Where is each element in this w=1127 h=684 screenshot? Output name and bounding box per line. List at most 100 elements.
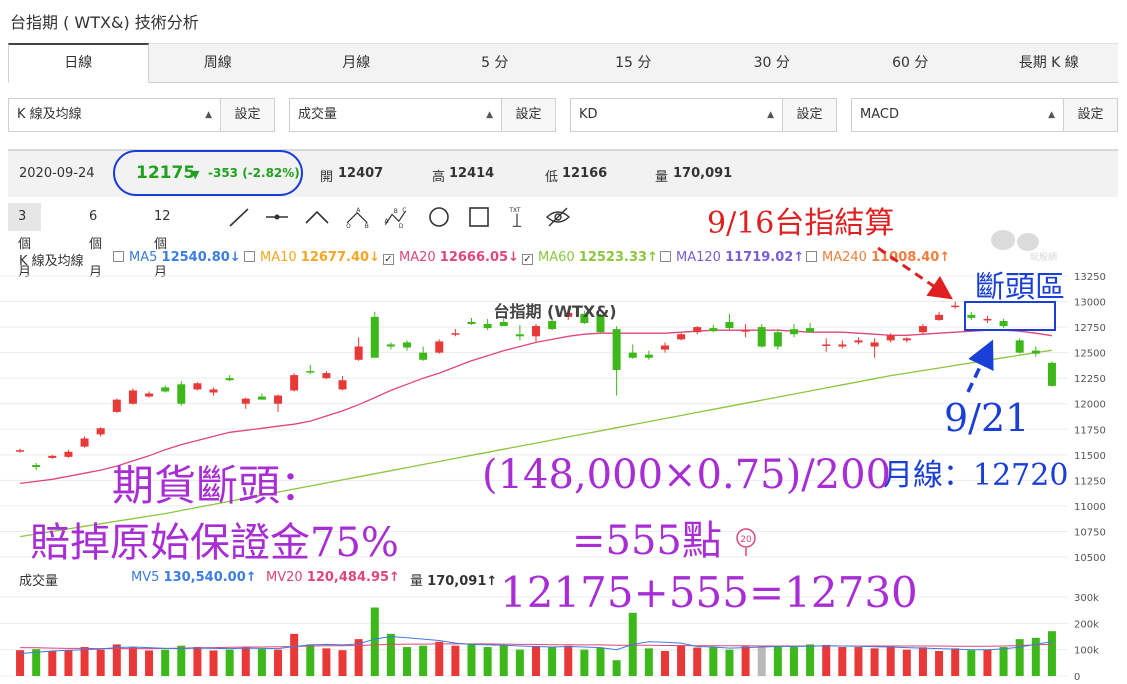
candle-body — [322, 373, 331, 379]
volume-bar — [322, 648, 331, 676]
volume-bar — [612, 660, 621, 676]
candle-body — [999, 320, 1008, 327]
volume-bar — [709, 647, 718, 676]
candle-body — [483, 324, 492, 329]
candle-body — [693, 327, 702, 333]
candle-body — [757, 327, 766, 347]
volume-bar — [499, 644, 508, 676]
volume-bar — [403, 647, 412, 676]
gap-zone-annotation: 斷頭區 — [975, 270, 1065, 305]
volume-bar — [693, 647, 702, 676]
candle-body — [306, 371, 315, 373]
candle-body — [709, 328, 718, 332]
volume-bar — [757, 647, 766, 676]
volume-bar — [886, 645, 895, 676]
volume-tick-label: 0 — [1074, 672, 1080, 683]
volume-bar — [32, 649, 41, 676]
volume-tick-label: 100k — [1074, 646, 1099, 657]
formula-annotation: (148,000×0.75)/200 — [482, 452, 892, 498]
price-tick-label: 10500 — [1074, 553, 1106, 564]
volume-bar — [483, 647, 492, 676]
candle-body — [370, 316, 379, 358]
price-tick-label: 12250 — [1074, 374, 1106, 385]
volume-bar — [1015, 639, 1024, 676]
candle-body — [822, 344, 831, 346]
candle-body — [128, 390, 137, 404]
volume-bar — [999, 647, 1008, 676]
candle-body — [257, 396, 266, 400]
candle-body — [644, 354, 653, 358]
volume-bar — [564, 645, 573, 676]
candle-body — [96, 428, 105, 435]
volume-bar — [48, 650, 57, 676]
volume-bar — [532, 645, 540, 676]
settlement-arrow — [877, 246, 953, 300]
volume-bar — [145, 650, 154, 676]
candle-body — [854, 340, 863, 343]
volume-bar — [161, 649, 170, 676]
candle-body — [660, 345, 669, 350]
volume-bar — [967, 650, 976, 676]
price-tick-label: 10750 — [1074, 527, 1106, 538]
candle-body — [870, 342, 879, 347]
formula-result: =555點 — [572, 518, 722, 564]
candle-body — [548, 320, 557, 330]
candle-body — [677, 334, 686, 340]
watermark-logo: 玩股網 — [991, 230, 1057, 263]
candle-body — [467, 321, 476, 325]
chart-title: 台指期 (WTX&) — [493, 302, 616, 321]
volume-bar — [789, 647, 798, 676]
price-tick-label: 11000 — [1074, 502, 1106, 513]
candle-body — [886, 335, 895, 341]
candle-body — [499, 321, 508, 327]
candle-body — [177, 384, 186, 404]
volume-bar — [306, 644, 315, 676]
candle-body — [789, 329, 798, 335]
volume-tick-label: 300k — [1074, 593, 1099, 604]
volume-bar — [935, 650, 944, 676]
volume-bar — [16, 650, 25, 676]
gap-zone-box — [964, 301, 1056, 331]
price-tick-label: 11750 — [1074, 425, 1106, 436]
price-tick-label: 12500 — [1074, 349, 1106, 360]
candle-body — [419, 352, 428, 360]
volume-bar — [918, 647, 927, 676]
candle-body — [515, 334, 524, 337]
candle-body — [274, 395, 283, 404]
volume-bar — [209, 650, 218, 676]
price-tick-label: 13250 — [1074, 272, 1106, 283]
sum-annotation: 12175+555=12730 — [500, 568, 918, 617]
candle-body — [32, 465, 41, 468]
volume-bar — [128, 647, 137, 676]
candle-body — [967, 314, 976, 318]
liquidation-title: 期貨斷頭： — [112, 461, 323, 510]
candle-body — [403, 342, 412, 348]
monthly-line-annotation: 月線：12720 — [883, 458, 1069, 493]
volume-bar — [660, 650, 669, 676]
volume-bar — [225, 649, 234, 676]
volume-bar — [64, 650, 73, 676]
price-tick-label: 12000 — [1074, 400, 1106, 411]
candle-body — [806, 328, 815, 333]
volume-bar — [354, 639, 363, 676]
volume-bar — [467, 644, 476, 676]
candle-body — [193, 383, 202, 390]
candle-body — [935, 314, 944, 320]
volume-tick-label: 200k — [1074, 619, 1099, 630]
volume-bar — [580, 649, 589, 676]
candle-body — [80, 438, 89, 447]
candle-body — [1015, 340, 1024, 353]
volume-bar — [677, 645, 686, 676]
candle-body — [241, 398, 250, 404]
candle-body — [532, 326, 540, 337]
marker-badge-label: 20 — [740, 535, 752, 545]
candle-body — [209, 389, 218, 393]
volume-bar — [1047, 631, 1056, 676]
volume-bar — [741, 646, 750, 676]
price-tick-label: 13000 — [1074, 298, 1106, 309]
volume-bar — [419, 645, 428, 676]
volume-bar — [773, 645, 782, 676]
volume-bar — [951, 648, 960, 676]
volume-bar — [177, 645, 186, 676]
candle-body — [725, 321, 734, 329]
